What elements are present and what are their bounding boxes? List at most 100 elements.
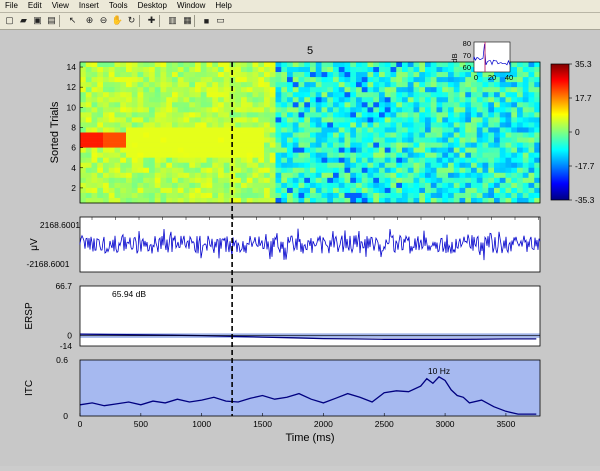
heatmap-cell bbox=[327, 192, 334, 199]
show-plot-tools-icon[interactable]: ▭ bbox=[214, 14, 227, 27]
heatmap-cell bbox=[534, 72, 541, 78]
menu-desktop[interactable]: Desktop bbox=[133, 0, 172, 12]
menu-view[interactable]: View bbox=[47, 0, 74, 12]
heatmap-cell bbox=[160, 152, 167, 158]
heatmap-cell bbox=[91, 147, 98, 153]
heatmap-cell bbox=[298, 77, 305, 83]
heatmap-cell bbox=[166, 87, 173, 93]
heatmap-cell bbox=[528, 132, 535, 138]
menu-help[interactable]: Help bbox=[210, 0, 236, 12]
heatmap-cell bbox=[505, 132, 512, 138]
heatmap-cell bbox=[275, 197, 282, 204]
heatmap-cell bbox=[223, 142, 230, 148]
heatmap-cell bbox=[195, 62, 202, 68]
zoom-out-icon[interactable]: ⊖ bbox=[97, 14, 110, 27]
heatmap-cell bbox=[166, 92, 173, 98]
heatmap-cell bbox=[476, 162, 483, 169]
pan-icon[interactable]: ✋ bbox=[111, 14, 124, 27]
menu-window[interactable]: Window bbox=[172, 0, 210, 12]
heatmap-cell bbox=[80, 82, 87, 88]
heatmap-cell bbox=[292, 167, 299, 174]
colorbar-tick-label: 0 bbox=[575, 127, 580, 137]
menu-tools[interactable]: Tools bbox=[104, 0, 133, 12]
heatmap-cell bbox=[482, 172, 489, 179]
open-file-icon[interactable]: ▰ bbox=[17, 14, 30, 27]
heatmap-cell bbox=[275, 132, 282, 138]
heatmap-cell bbox=[419, 72, 426, 78]
heatmap-cell bbox=[91, 87, 98, 93]
inset-xtick-label: 20 bbox=[488, 73, 496, 82]
heatmap-cell bbox=[264, 167, 271, 174]
heatmap-cell bbox=[419, 137, 426, 143]
colorbar-icon[interactable]: ▥ bbox=[166, 14, 179, 27]
heatmap-cell bbox=[494, 192, 501, 199]
heatmap-cell bbox=[448, 157, 455, 164]
heatmap-cell bbox=[315, 177, 322, 184]
heatmap-cell bbox=[436, 67, 443, 73]
heatmap-cell bbox=[517, 62, 524, 68]
heatmap-cell bbox=[367, 72, 374, 78]
heatmap-cell bbox=[160, 107, 167, 113]
heatmap-cell bbox=[453, 87, 460, 93]
heatmap-cell bbox=[384, 82, 391, 88]
hide-plot-tools-icon[interactable]: ■ bbox=[200, 14, 213, 27]
heatmap-cell bbox=[298, 197, 305, 204]
heatmap-cell bbox=[281, 157, 288, 164]
heatmap-cell bbox=[275, 187, 282, 194]
heatmap-cell bbox=[315, 67, 322, 73]
menu-edit[interactable]: Edit bbox=[23, 0, 47, 12]
pointer-icon[interactable]: ↖ bbox=[66, 14, 79, 27]
heatmap-cell bbox=[522, 147, 529, 153]
heatmap-cell bbox=[264, 92, 271, 98]
zoom-in-icon[interactable]: ⊕ bbox=[83, 14, 96, 27]
heatmap-cell bbox=[402, 72, 409, 78]
heatmap-cell bbox=[275, 192, 282, 199]
heatmap-cell bbox=[505, 152, 512, 158]
heatmap-cell bbox=[407, 157, 414, 164]
heatmap-cell bbox=[499, 132, 506, 138]
heatmap-cell bbox=[160, 72, 167, 78]
heatmap-cell bbox=[183, 182, 190, 189]
heatmap-cell bbox=[91, 142, 98, 148]
heatmap-cell bbox=[448, 182, 455, 189]
heatmap-cell bbox=[494, 177, 501, 184]
heatmap-cell bbox=[264, 187, 271, 194]
heatmap-cell bbox=[183, 112, 190, 118]
data-cursor-icon[interactable]: ✚ bbox=[145, 14, 158, 27]
heatmap-cell bbox=[448, 77, 455, 83]
heatmap-cell bbox=[252, 82, 259, 88]
heatmap-cell bbox=[218, 172, 225, 179]
heatmap-cell bbox=[356, 197, 363, 204]
print-icon[interactable]: ▤ bbox=[45, 14, 58, 27]
heatmap-cell bbox=[200, 122, 207, 128]
heatmap-cell bbox=[379, 62, 386, 68]
heatmap-cell bbox=[315, 182, 322, 189]
heatmap-cell bbox=[384, 192, 391, 199]
heatmap-cell bbox=[396, 187, 403, 194]
new-file-icon[interactable]: ▢ bbox=[3, 14, 16, 27]
heatmap-cell bbox=[304, 62, 311, 68]
heatmap-cell bbox=[154, 102, 161, 108]
heatmap-cell bbox=[149, 72, 156, 78]
heatmap-cell bbox=[223, 127, 230, 133]
heatmap-cell bbox=[189, 97, 196, 103]
heatmap-cell bbox=[252, 192, 259, 199]
heatmap-cell bbox=[505, 167, 512, 174]
heatmap-cell bbox=[131, 67, 138, 73]
menu-file[interactable]: File bbox=[0, 0, 23, 12]
heatmap-cell bbox=[103, 197, 110, 204]
heatmap-cell bbox=[517, 182, 524, 189]
save-icon[interactable]: ▣ bbox=[31, 14, 44, 27]
heatmap-cell bbox=[522, 72, 529, 78]
rotate-icon[interactable]: ↻ bbox=[125, 14, 138, 27]
heatmap-cell bbox=[195, 132, 202, 138]
heatmap-cell bbox=[287, 132, 294, 138]
heatmap-cell bbox=[103, 112, 110, 118]
erp-image-ytick-label: 10 bbox=[67, 102, 77, 112]
legend-icon[interactable]: ▦ bbox=[181, 14, 194, 27]
heatmap-cell bbox=[402, 127, 409, 133]
heatmap-cell bbox=[344, 182, 351, 189]
heatmap-cell bbox=[459, 137, 466, 143]
menu-insert[interactable]: Insert bbox=[74, 0, 104, 12]
heatmap-cell bbox=[367, 112, 374, 118]
